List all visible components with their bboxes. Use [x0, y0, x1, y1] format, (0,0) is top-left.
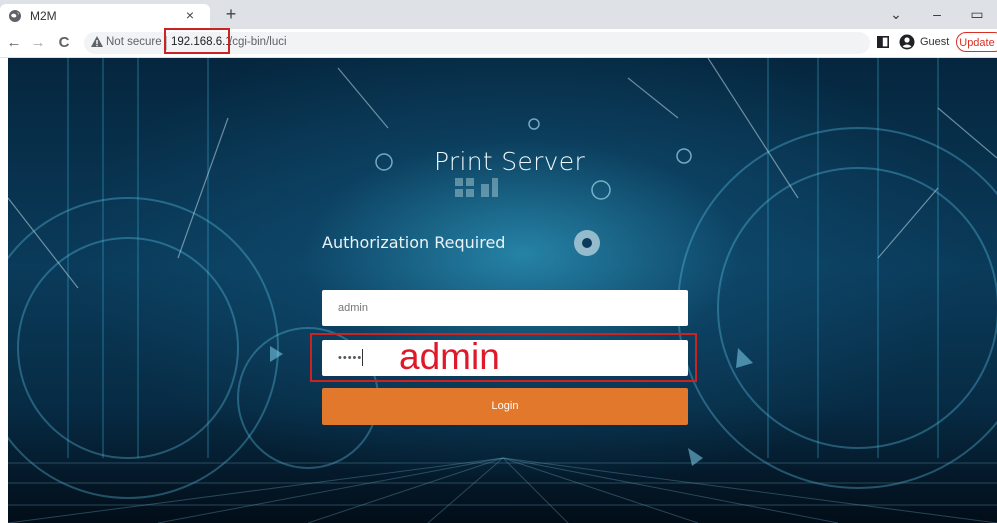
forward-button[interactable]: → — [28, 33, 48, 53]
update-button[interactable]: Update — [956, 32, 997, 52]
restore-button[interactable]: ▭ — [957, 2, 997, 26]
close-tab-icon[interactable]: × — [181, 6, 199, 24]
back-button[interactable]: ← — [4, 33, 24, 53]
new-tab-button[interactable]: + — [220, 4, 242, 26]
globe-icon — [9, 10, 21, 22]
browser-tab[interactable]: M2M × — [0, 4, 210, 29]
username-input[interactable]: admin — [322, 290, 688, 326]
tab-search-icon[interactable]: ⌄ — [876, 2, 916, 26]
reload-button[interactable]: C — [54, 33, 74, 53]
profile-icon[interactable] — [899, 34, 915, 50]
tab-title: M2M — [30, 9, 57, 23]
side-panel-icon[interactable] — [877, 36, 889, 48]
security-label[interactable]: Not secure — [106, 36, 162, 48]
url-path: /cgi-bin/luci — [229, 36, 287, 48]
login-page-background: Print Server Authorization Required admi… — [8, 58, 997, 523]
password-annotation: admin — [399, 336, 500, 377]
page-title: Print Server — [434, 147, 586, 176]
auth-heading: Authorization Required — [322, 233, 506, 252]
password-highlight-box — [310, 333, 697, 382]
profile-label[interactable]: Guest — [920, 36, 949, 48]
warning-icon[interactable] — [90, 35, 104, 49]
login-button[interactable]: Login — [322, 388, 688, 425]
url-highlight-box — [164, 28, 230, 54]
minimize-button[interactable]: – — [917, 2, 957, 26]
browser-toolbar: ← → C Not secure 192.168.6.1 /cgi-bin/lu… — [0, 29, 997, 58]
tab-strip: M2M × + ⌄ – ▭ — [0, 0, 997, 29]
